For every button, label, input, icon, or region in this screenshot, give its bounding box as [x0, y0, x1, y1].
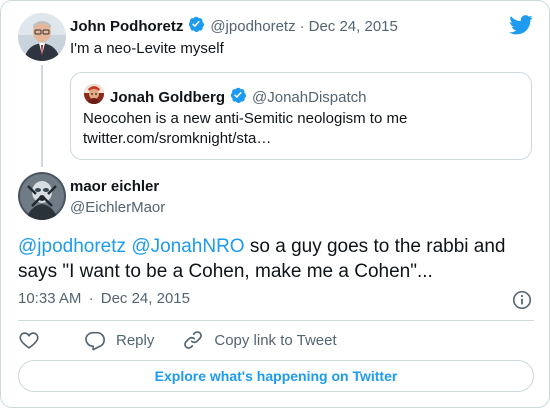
author-handle[interactable]: @jpodhoretz	[210, 18, 295, 35]
tweet-timestamp[interactable]: 10:33 AM · Dec 24, 2015	[18, 290, 190, 307]
quoted-tweet-text: Neocohen is a new anti-Semitic neologism…	[83, 109, 523, 149]
reply-bubble-icon	[85, 331, 105, 351]
main-author-name[interactable]: maor eichler	[70, 178, 159, 195]
info-icon[interactable]	[512, 290, 532, 315]
heart-icon	[19, 332, 39, 349]
link-icon	[184, 331, 203, 349]
thread-connector-line	[41, 65, 43, 167]
quoted-link-text: twitter.com/sromknight/sta…	[83, 130, 272, 147]
reply-label: Reply	[116, 331, 155, 349]
main-tweet-text: @jpodhoretz @JonahNRO so a guy goes to t…	[18, 234, 538, 284]
avatar-image	[18, 172, 66, 220]
verified-badge-icon	[187, 15, 205, 37]
avatar[interactable]	[18, 172, 66, 220]
tweet-date[interactable]: Dec 24, 2015	[309, 18, 398, 35]
tweet-time: 10:33 AM	[18, 290, 82, 307]
quoted-tweet-header: Jonah Goldberg @JonahDispatch	[110, 86, 366, 108]
mention-link[interactable]: @jpodhoretz	[18, 236, 126, 257]
separator-dot: ·	[88, 290, 94, 307]
parent-tweet-text: I'm a neo-Levite myself	[70, 40, 224, 57]
explore-twitter-button[interactable]: Explore what's happening on Twitter	[18, 360, 534, 392]
tweet-text-line-2: says "I want to be a Cohen, make me a Co…	[18, 261, 433, 282]
main-author-handle[interactable]: @EichlerMaor	[70, 199, 165, 216]
avatar-image	[18, 13, 66, 61]
divider	[18, 320, 534, 321]
tweet-date: Dec 24, 2015	[100, 290, 190, 307]
quoted-author-handle: @JonahDispatch	[252, 88, 367, 106]
verified-badge-icon	[229, 86, 247, 108]
embedded-tweet-card: John Podhoretz @jpodhoretz · Dec 24, 201…	[0, 0, 550, 408]
parent-tweet-header: John Podhoretz @jpodhoretz · Dec 24, 201…	[70, 15, 398, 37]
twitter-bird-icon[interactable]	[509, 15, 533, 40]
avatar[interactable]	[18, 13, 66, 61]
tweet-text-line-1: @jpodhoretz @JonahNRO so a guy goes to t…	[18, 234, 538, 259]
reply-button[interactable]: Reply	[84, 329, 154, 351]
tweet-text-fragment: so a guy goes to the rabbi and	[249, 236, 506, 257]
separator-dot: ·	[299, 17, 305, 35]
copy-link-label: Copy link to Tweet	[214, 331, 337, 349]
quoted-avatar	[84, 84, 104, 104]
mention-link[interactable]: @JonahNRO	[131, 236, 244, 257]
tweet-actions: Reply Copy link to Tweet	[18, 328, 365, 352]
quoted-author-name: Jonah Goldberg	[110, 88, 226, 106]
quoted-avatar-image	[84, 84, 104, 104]
like-button[interactable]	[18, 329, 50, 351]
author-name[interactable]: John Podhoretz	[70, 18, 183, 35]
quoted-text-line: Neocohen is a new anti-Semitic neologism…	[83, 110, 408, 127]
copy-link-button[interactable]: Copy link to Tweet	[182, 329, 337, 351]
